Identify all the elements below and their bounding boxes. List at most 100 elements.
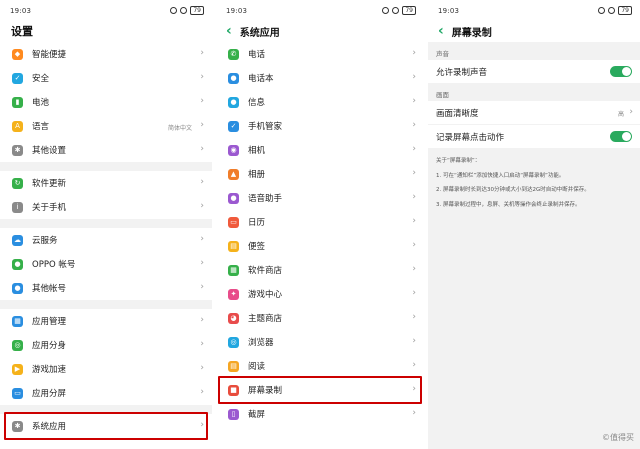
row-label: 信息 [248, 96, 265, 108]
row-label: 日历 [248, 216, 265, 228]
chevron-right-icon: › [200, 339, 204, 349]
chevron-right-icon: › [200, 144, 204, 154]
settings-item[interactable]: ▶游戏加速› [0, 357, 212, 381]
game-boost-icon: ▶ [12, 364, 23, 375]
record-taps-toggle[interactable] [610, 131, 632, 142]
row-label: 截屏 [248, 408, 265, 420]
app-store-icon: ▦ [228, 265, 239, 276]
chevron-right-icon: › [412, 312, 416, 322]
row-label: 应用管理 [32, 315, 66, 327]
back-arrow-icon[interactable]: ‹ [226, 24, 232, 38]
row-label: OPPO 帐号 [32, 258, 75, 270]
highlight-screen-record [218, 376, 422, 404]
settings-item[interactable]: ☁云服务› [0, 228, 212, 252]
notes-title: 关于“屏幕录制”： [436, 158, 632, 166]
row-label: 电话 [248, 48, 265, 60]
account-icon: ● [12, 259, 23, 270]
system-app-item[interactable]: ▤阅读› [216, 354, 424, 378]
gear-icon: ✱ [12, 145, 23, 156]
screen-record-header: ‹ 屏幕录制 [428, 20, 640, 42]
settings-item[interactable]: i 关于手机 › [0, 195, 212, 219]
system-app-item[interactable]: ▦软件商店› [216, 258, 424, 282]
chevron-right-icon: › [412, 408, 416, 418]
settings-item[interactable]: ✱其他设置› [0, 138, 212, 162]
settings-item[interactable]: A语言简体中文› [0, 114, 212, 138]
clock-icon [392, 7, 399, 14]
system-app-item[interactable]: ✆电话› [216, 42, 424, 66]
battery-indicator: 79 [402, 6, 416, 15]
system-app-item[interactable]: ◎浏览器› [216, 330, 424, 354]
settings-item[interactable]: ◆智能便捷› [0, 42, 212, 66]
allow-sound-row[interactable]: 允许录制声音 [428, 60, 640, 83]
battery-indicator: 79 [190, 6, 204, 15]
system-app-item[interactable]: ▯ 截屏 › [216, 402, 424, 426]
row-label: 阅读 [248, 360, 265, 372]
chevron-right-icon: › [412, 288, 416, 298]
row-label: 智能便捷 [32, 48, 66, 60]
settings-item[interactable]: ◎应用分身› [0, 333, 212, 357]
chevron-right-icon: › [412, 240, 416, 250]
row-label: 游戏加速 [32, 363, 66, 375]
watermark: ©值得买 [602, 432, 634, 443]
quality-value: 高 [618, 109, 624, 118]
settings-item[interactable]: ▦应用管理› [0, 309, 212, 333]
row-label: 手机管家 [248, 120, 282, 132]
voice-assistant-icon: ● [228, 193, 239, 204]
screenshot-icon: ▯ [228, 409, 239, 420]
system-app-item[interactable]: ●电话本› [216, 66, 424, 90]
chevron-right-icon: › [200, 315, 204, 325]
settings-item[interactable]: ✓安全› [0, 66, 212, 90]
settings-header: 设置 [0, 20, 212, 42]
chevron-right-icon: › [412, 336, 416, 346]
settings-item[interactable]: ↻软件更新› [0, 171, 212, 195]
quality-row[interactable]: 画面清晰度 高 › [428, 101, 640, 124]
row-label: 关于手机 [32, 201, 66, 213]
system-app-item[interactable]: ✓手机管家› [216, 114, 424, 138]
row-label: 安全 [32, 72, 49, 84]
row-label: 云服务 [32, 234, 58, 246]
chevron-right-icon: › [412, 360, 416, 370]
note-1: 1. 可在“通知栏”添加快捷入口启动“屏幕录制”功能。 [436, 173, 632, 181]
chevron-right-icon: › [200, 177, 204, 187]
chevron-right-icon: › [200, 387, 204, 397]
alarm-icon [170, 7, 177, 14]
system-app-item[interactable]: ◕主题商店› [216, 306, 424, 330]
note-3: 3. 屏幕录制过程中，息屏、关机等操作会终止录制并保存。 [436, 202, 632, 210]
info-icon: i [12, 202, 23, 213]
allow-sound-toggle[interactable] [610, 66, 632, 77]
settings-list: ◆智能便捷›✓安全›▮电池›A语言简体中文›✱其他设置›↻软件更新›i关于手机›… [0, 42, 212, 438]
row-value: 简体中文 [168, 123, 192, 132]
chevron-right-icon: › [200, 48, 204, 58]
system-app-item[interactable]: ●信息› [216, 90, 424, 114]
row-label: 电池 [32, 96, 49, 108]
page-title: 设置 [11, 23, 33, 39]
record-taps-row[interactable]: 记录屏幕点击动作 [428, 125, 640, 148]
system-app-item[interactable]: ▭日历› [216, 210, 424, 234]
settings-item[interactable]: ●OPPO 帐号› [0, 252, 212, 276]
system-app-item[interactable]: ✦游戏中心› [216, 282, 424, 306]
status-time: 19:03 [438, 7, 459, 15]
cloud-icon: ☁ [12, 235, 23, 246]
system-app-item[interactable]: ▲相册› [216, 162, 424, 186]
status-time: 19:03 [226, 7, 247, 15]
system-app-item[interactable]: ◉相机› [216, 138, 424, 162]
system-app-item[interactable]: ▤便签› [216, 234, 424, 258]
status-bar: 19:03 79 [0, 0, 212, 20]
status-time: 19:03 [10, 7, 31, 15]
settings-item[interactable]: ▭应用分屏› [0, 381, 212, 405]
back-arrow-icon[interactable]: ‹ [438, 24, 444, 38]
settings-item[interactable]: ▮电池› [0, 90, 212, 114]
shield-icon: ✓ [12, 73, 23, 84]
settings-item[interactable]: ●其他帐号› [0, 276, 212, 300]
chevron-right-icon: › [200, 282, 204, 292]
battery-indicator: 79 [618, 6, 632, 15]
chevron-right-icon: › [200, 201, 204, 211]
system-app-item[interactable]: ●语音助手› [216, 186, 424, 210]
theme-store-icon: ◕ [228, 313, 239, 324]
clock-icon [180, 7, 187, 14]
highlight-system-apps [4, 412, 208, 440]
page-title: 屏幕录制 [452, 24, 492, 39]
battery-icon: ▮ [12, 97, 23, 108]
language-icon: A [12, 121, 23, 132]
section-sound: 声音 [428, 42, 640, 60]
